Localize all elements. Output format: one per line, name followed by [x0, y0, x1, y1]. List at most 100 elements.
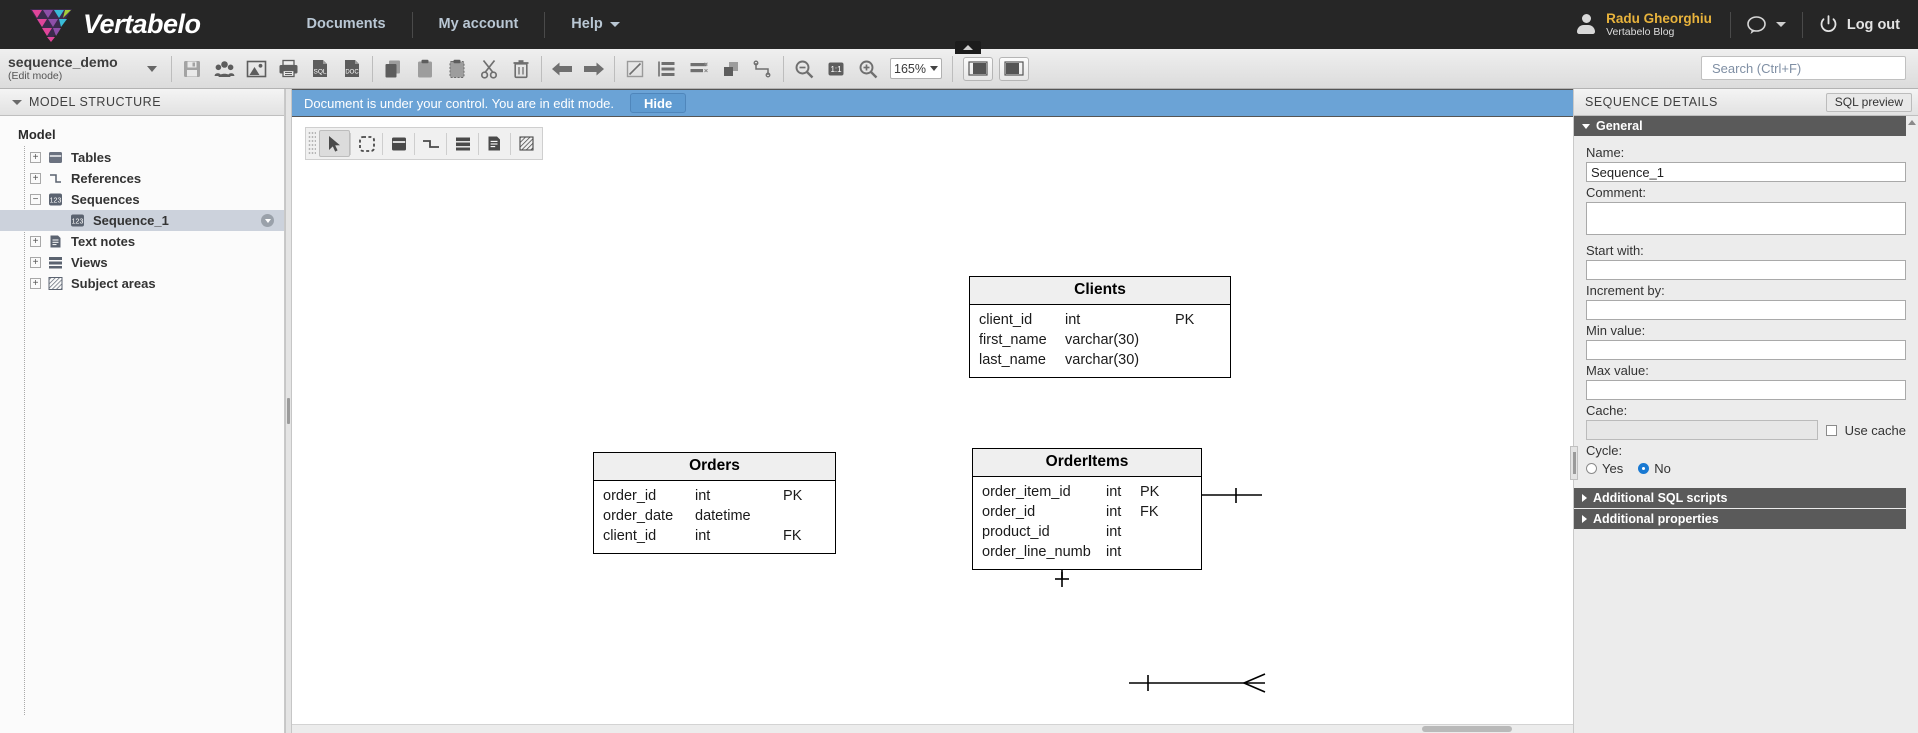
cycle-yes-radio[interactable]	[1586, 463, 1597, 474]
expander-toggle[interactable]: +	[30, 257, 41, 268]
er-column-row[interactable]: product_id int	[982, 522, 1192, 542]
expander-toggle[interactable]: +	[30, 152, 41, 163]
canvas-horizontal-scrollbar[interactable]	[292, 724, 1573, 733]
svg-text:123: 123	[72, 219, 84, 226]
er-column-row[interactable]: order_id int PK	[603, 486, 826, 506]
feedback-menu[interactable]	[1731, 15, 1802, 35]
paste-icon[interactable]	[409, 52, 441, 86]
pointer-tool-icon[interactable]	[319, 130, 350, 157]
sidebar-item-sequence-1[interactable]: 123 Sequence_1	[0, 210, 284, 231]
new-view-tool-icon[interactable]	[447, 130, 478, 157]
comment-field[interactable]	[1586, 202, 1906, 235]
sidebar-item-tables[interactable]: + Tables	[0, 147, 284, 168]
document-name: sequence_demo	[8, 53, 118, 70]
line-style-icon[interactable]	[619, 52, 651, 86]
nav-item-my-account[interactable]: My account	[413, 0, 545, 49]
er-column-row[interactable]: order_item_id int PK	[982, 482, 1192, 502]
er-column-row[interactable]: order_date datetime	[603, 506, 826, 526]
diagram-canvas[interactable]: Clients client_id int PK first_name varchar(3…	[292, 117, 1573, 733]
sidebar-item-views[interactable]: + Views	[0, 252, 284, 273]
nav-item-documents[interactable]: Documents	[281, 0, 412, 49]
section-additional-properties[interactable]: Additional properties	[1574, 509, 1918, 529]
search-box[interactable]	[1701, 56, 1906, 80]
undo-arrow-icon[interactable]	[546, 52, 578, 86]
document-selector[interactable]: sequence_demo (Edit mode)	[0, 53, 167, 83]
max-value-field[interactable]	[1586, 380, 1906, 400]
expander-toggle[interactable]: −	[30, 194, 41, 205]
sidebar-item-sequences[interactable]: − 123 Sequences	[0, 189, 284, 210]
align-left-icon[interactable]	[651, 52, 683, 86]
redo-arrow-icon[interactable]	[578, 52, 610, 86]
expander-toggle[interactable]: +	[30, 236, 41, 247]
search-input[interactable]	[1710, 59, 1897, 77]
export-image-icon[interactable]	[240, 52, 272, 86]
new-subject-area-tool-icon[interactable]	[511, 130, 542, 157]
er-column-row[interactable]: client_id int FK	[603, 526, 826, 546]
left-panel-splitter[interactable]	[285, 89, 292, 733]
nav-item-help[interactable]: Help	[545, 0, 645, 49]
print-icon[interactable]	[272, 52, 304, 86]
new-reference-tool-icon[interactable]	[415, 130, 446, 157]
model-structure-header[interactable]: MODEL STRUCTURE	[0, 89, 284, 116]
marquee-select-tool-icon[interactable]	[351, 130, 382, 157]
brand-logo[interactable]: Vertabelo	[0, 7, 201, 43]
toggle-left-panel-button[interactable]	[963, 56, 993, 81]
zoom-out-icon[interactable]	[788, 52, 820, 86]
row-context-menu-button[interactable]	[261, 214, 274, 227]
er-column-row[interactable]: order_id int FK	[982, 502, 1192, 522]
zoom-level-select[interactable]: 165%	[890, 58, 942, 79]
sidebar-item-references[interactable]: + References	[0, 168, 284, 189]
er-column-row[interactable]: client_id int PK	[979, 310, 1221, 330]
er-table[interactable]: Orders order_id int PK order_date datetime cli…	[593, 452, 836, 554]
expander-toggle[interactable]: +	[30, 278, 41, 289]
toolbar-drag-handle[interactable]	[308, 131, 316, 156]
layout-left-panel-icon	[968, 61, 988, 76]
delete-trash-icon[interactable]	[505, 52, 537, 86]
zoom-actual-icon[interactable]: 1:1	[820, 52, 852, 86]
table-icon	[49, 152, 62, 163]
er-column-row[interactable]: last_name varchar(30)	[979, 350, 1221, 370]
diagram-area: Document is under your control. You are …	[292, 89, 1573, 733]
save-icon[interactable]	[176, 52, 208, 86]
increment-by-field[interactable]	[1586, 300, 1906, 320]
scrollbar-thumb[interactable]	[1422, 726, 1512, 732]
new-table-tool-icon[interactable]	[383, 130, 414, 157]
hide-notice-button[interactable]: Hide	[630, 93, 687, 113]
cut-icon[interactable]	[473, 52, 505, 86]
collapse-toolbar-button[interactable]	[955, 41, 981, 54]
cycle-no-radio[interactable]	[1638, 463, 1650, 474]
start-with-field[interactable]	[1586, 260, 1906, 280]
er-table[interactable]: Clients client_id int PK first_name varchar(3…	[969, 276, 1231, 378]
cache-field[interactable]	[1586, 420, 1818, 440]
toolbar-divider	[614, 55, 615, 82]
sidebar-item-text-notes[interactable]: + Text notes	[0, 231, 284, 252]
share-users-icon[interactable]	[208, 52, 240, 86]
reroute-icon[interactable]	[747, 52, 779, 86]
er-table[interactable]: OrderItems order_item_id int PK order_id int F…	[972, 448, 1202, 570]
right-panel-splitter[interactable]	[1570, 446, 1578, 480]
er-column-row[interactable]: order_line_numb int	[982, 542, 1192, 562]
zoom-in-icon[interactable]	[852, 52, 884, 86]
expander-toggle[interactable]: +	[30, 173, 41, 184]
user-menu[interactable]: Radu Gheorghiu Vertabelo Blog	[1557, 11, 1730, 39]
sql-preview-button[interactable]: SQL preview	[1825, 92, 1912, 112]
name-field[interactable]	[1586, 162, 1906, 182]
er-column-row[interactable]: first_name varchar(30)	[979, 330, 1221, 350]
toggle-right-panel-button[interactable]	[999, 56, 1029, 81]
min-value-field[interactable]	[1586, 340, 1906, 360]
paste-special-icon[interactable]	[441, 52, 473, 86]
sidebar-item-subject-areas[interactable]: + Subject areas	[0, 273, 284, 294]
section-additional-sql-scripts[interactable]: Additional SQL scripts	[1574, 488, 1918, 508]
section-general[interactable]: General	[1574, 116, 1918, 136]
distribute-icon[interactable]	[683, 52, 715, 86]
bring-front-icon[interactable]	[715, 52, 747, 86]
sql-export-icon[interactable]: SQL	[304, 52, 336, 86]
doc-export-icon[interactable]: DOC	[336, 52, 368, 86]
scroll-up-button[interactable]	[1906, 116, 1918, 129]
copy-icon[interactable]	[377, 52, 409, 86]
details-scrollbar[interactable]	[1906, 116, 1918, 733]
use-cache-checkbox[interactable]	[1825, 424, 1837, 436]
logout-button[interactable]: Log out	[1803, 15, 1900, 34]
new-text-note-tool-icon[interactable]	[479, 130, 510, 157]
er-column-type: int	[695, 488, 711, 504]
